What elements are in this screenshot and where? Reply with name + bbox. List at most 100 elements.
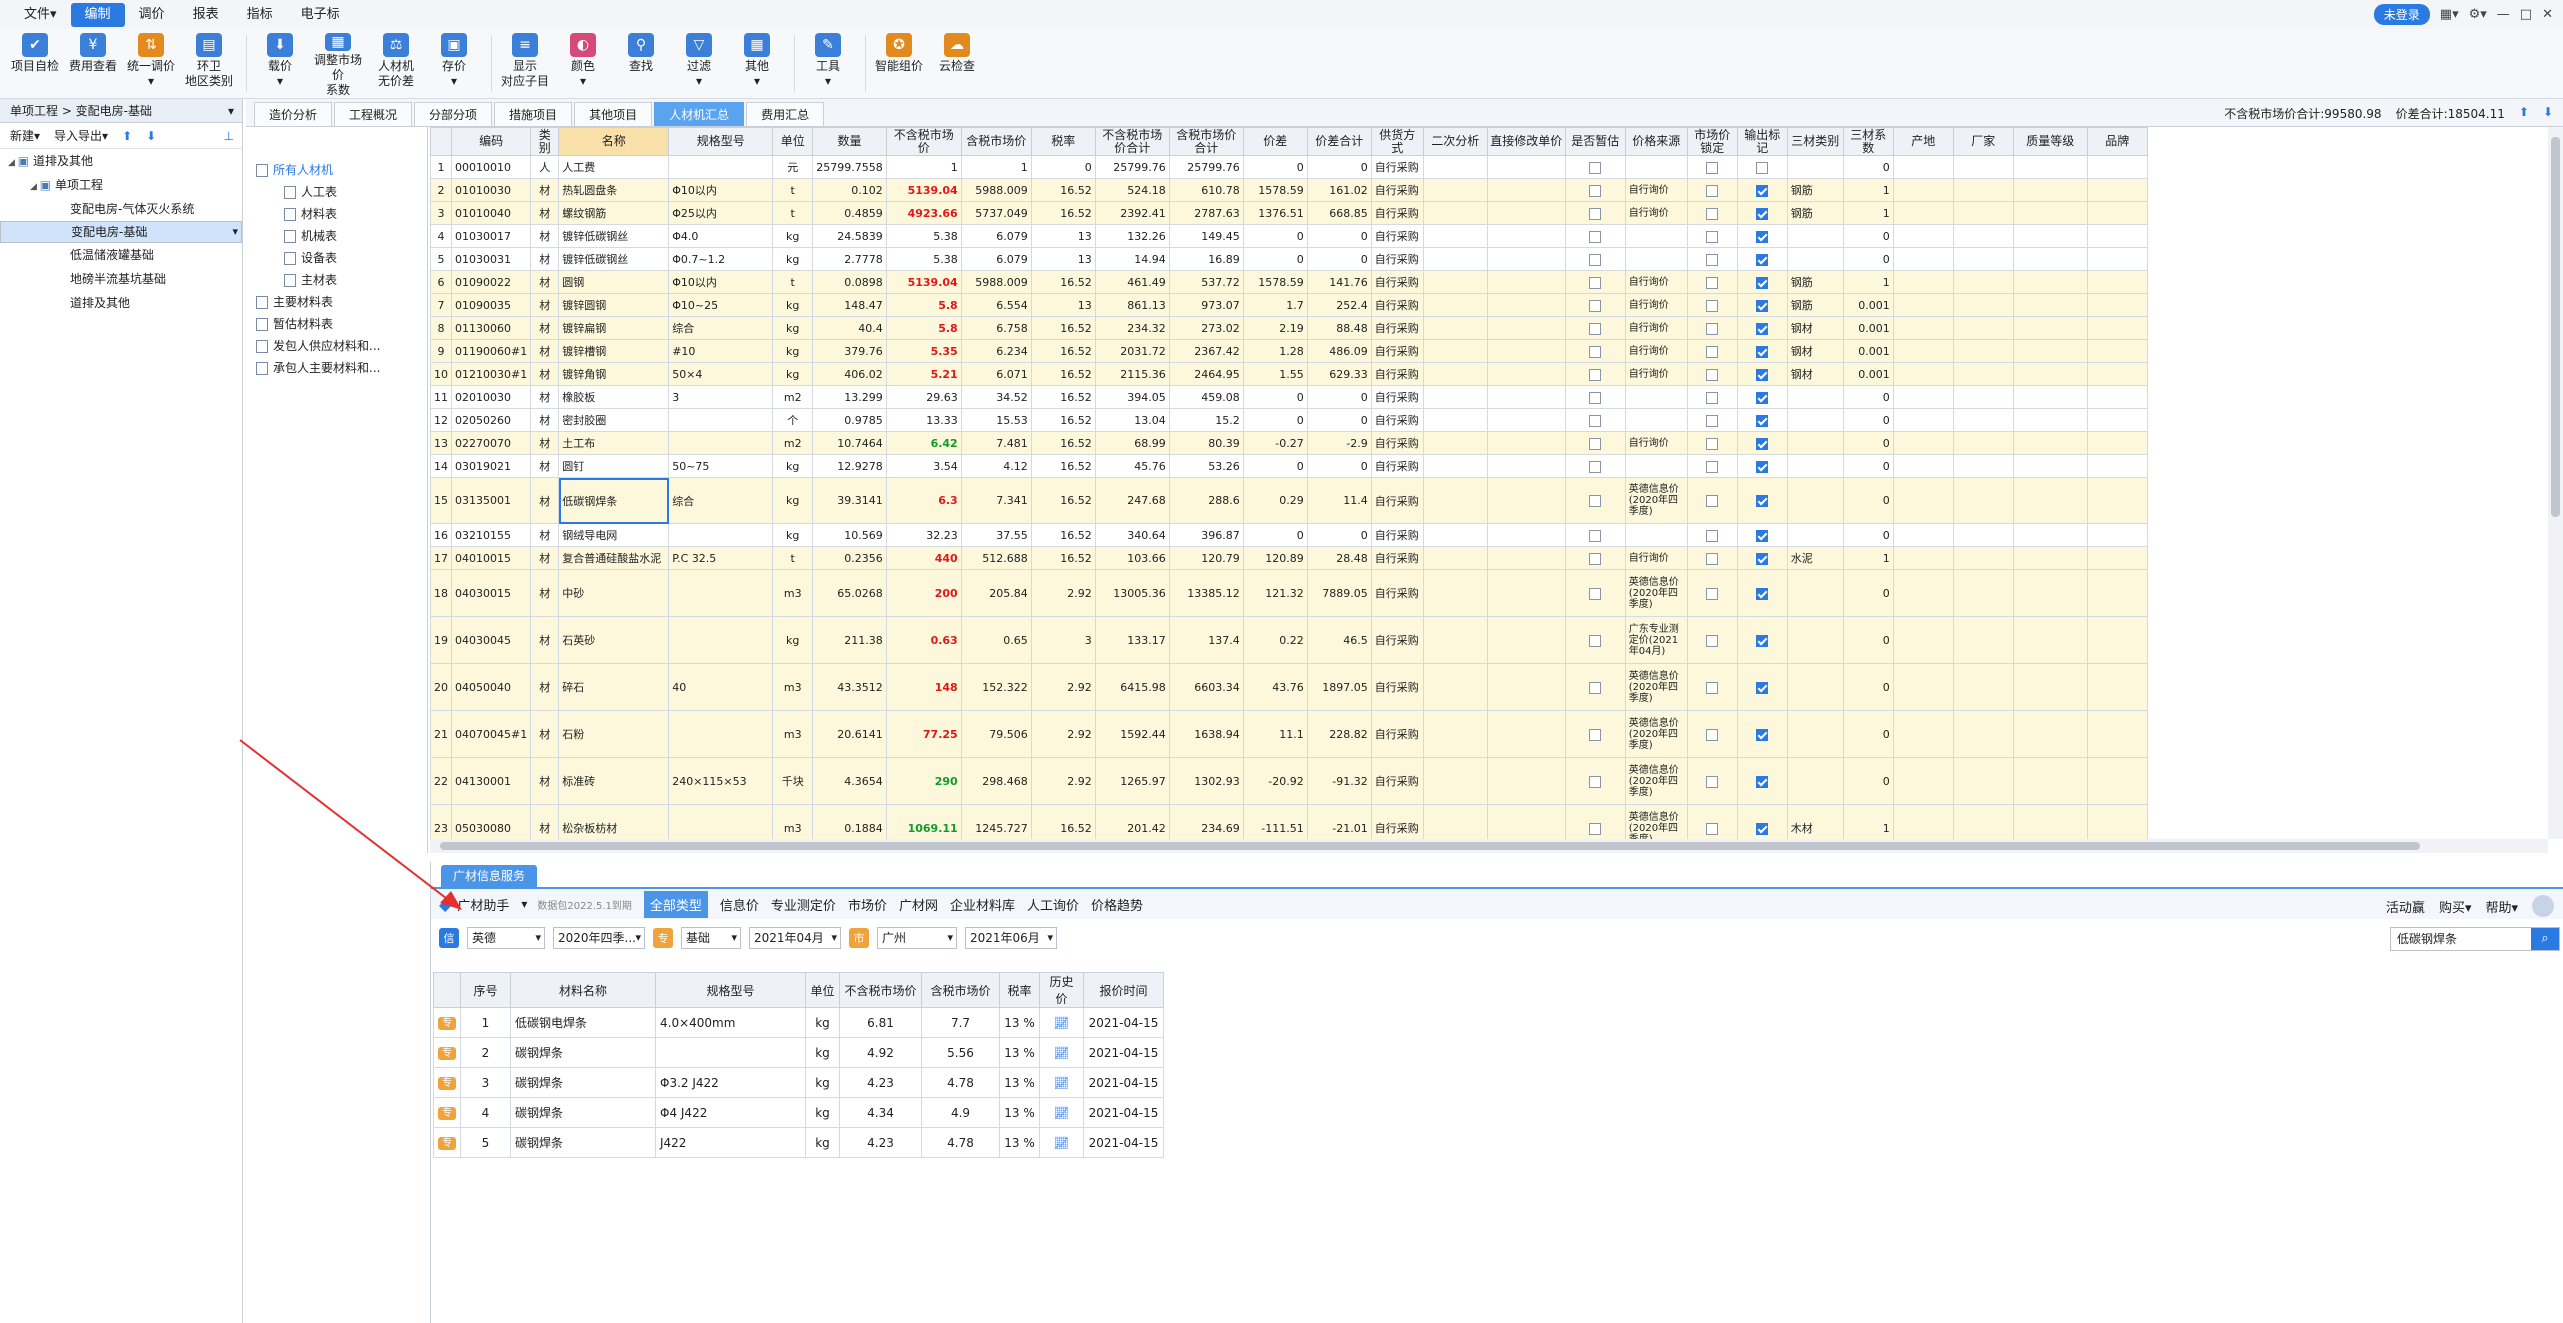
cell-name[interactable]: 低碳钢焊条 (558, 477, 670, 524)
cell-lock[interactable] (1686, 523, 1738, 547)
cell-lock[interactable] (1686, 757, 1738, 805)
cell-s1[interactable]: 14.94 (1094, 247, 1170, 271)
cell-unit[interactable]: t (772, 201, 814, 225)
search-icon[interactable]: ⌕ (2531, 928, 2559, 950)
cell-qty[interactable]: 0.0898 (812, 270, 887, 294)
cell-code[interactable]: 03135001 (450, 477, 532, 524)
ribbon-button[interactable]: ▦ 其他 ▾ (730, 29, 784, 98)
table-row[interactable]: 22 04130001 材标准砖 240×115×53 千块 4.3654 290 298.4… (430, 757, 2148, 805)
cell-dt[interactable]: 0 (1306, 224, 1372, 248)
cell-empty[interactable] (2012, 339, 2088, 363)
cell-empty[interactable] (2086, 178, 2148, 202)
column-header[interactable]: 不含税市场价合计 (1094, 127, 1170, 156)
ribbon-button[interactable]: ≡ 显示 对应子目 (498, 29, 552, 98)
cell-d[interactable]: -0.27 (1242, 431, 1308, 455)
trend-chart-icon[interactable]: 📈︎ (1054, 1046, 1069, 1060)
column-header[interactable]: 三材类别 (1786, 127, 1844, 156)
cell-analysis[interactable] (1422, 293, 1488, 317)
checkbox[interactable] (1756, 345, 1769, 358)
cell-src[interactable]: 自行询价 (1624, 316, 1688, 340)
cell-empty[interactable] (1892, 224, 1954, 248)
cell-output-flag[interactable] (1736, 247, 1788, 271)
ribbon-button[interactable]: ▽ 过滤 ▾ (672, 29, 726, 98)
cell-code[interactable]: 01010030 (450, 178, 532, 202)
cell-s2[interactable]: 1638.94 (1168, 710, 1244, 758)
cell-p1[interactable]: 0.63 (885, 616, 962, 664)
cell-sup[interactable]: 自行采购 (1370, 339, 1424, 363)
cell-code[interactable]: 04050040 (450, 663, 532, 711)
cell-sup[interactable]: 自行采购 (1370, 362, 1424, 386)
cell-unit[interactable]: m3 (772, 804, 814, 839)
cell-name[interactable]: 钢绒导电网 (558, 523, 670, 547)
checkbox[interactable] (1706, 495, 1719, 507)
cell-spec[interactable]: 50~75 (668, 454, 774, 478)
table-row[interactable]: 14 03019021 材圆钉 50~75 kg 12.9278 3.54 4.12 16.52… (430, 454, 2148, 478)
period-select[interactable]: 2020年四季... (553, 927, 645, 949)
cell-s1[interactable]: 133.17 (1094, 616, 1170, 664)
cell-output-flag[interactable] (1736, 523, 1788, 547)
cell-tax[interactable]: 16.52 (1030, 804, 1096, 839)
cell-code[interactable]: 04010015 (450, 546, 532, 570)
checkbox[interactable] (1756, 368, 1769, 381)
result-row[interactable]: 专 5 碳钢焊条 J422 kg 4.23 4.78 13 % 📈︎ 2021-04-15 (433, 1127, 1164, 1158)
cell-spec[interactable] (668, 710, 774, 758)
cell-tax[interactable]: 13 (1030, 224, 1096, 248)
cell-qty[interactable]: 39.3141 (812, 477, 887, 524)
cell-provisional[interactable] (1564, 710, 1626, 758)
cell-empty[interactable] (1952, 178, 2014, 202)
cell-lock[interactable] (1686, 710, 1738, 758)
tab-item[interactable]: 措施项目 (494, 102, 573, 126)
table-row[interactable]: 5 01030031 材镀锌低碳钢丝 Φ0.7~1.2 kg 2.7778 5.38 6.07… (430, 247, 2148, 271)
cell-coef[interactable]: 0.001 (1842, 362, 1894, 386)
cell-p2[interactable]: 7.341 (960, 477, 1032, 524)
cell-output-flag[interactable] (1736, 454, 1788, 478)
cell-output-flag[interactable] (1736, 477, 1788, 524)
tree-node[interactable]: 低温储液罐基础 (0, 243, 242, 267)
cell-analysis[interactable] (1422, 523, 1488, 547)
cell-empty[interactable] (1892, 178, 1954, 202)
cell-s2[interactable]: 973.07 (1168, 293, 1244, 317)
cell-p1[interactable]: 1069.11 (885, 804, 962, 839)
cell-qty[interactable]: 20.6141 (812, 710, 887, 758)
category-node[interactable]: 暂估材料表 (246, 313, 427, 335)
cell-cat[interactable]: 材 (530, 710, 560, 758)
cell-mat[interactable]: 木材 (1786, 804, 1844, 839)
checkbox[interactable] (1756, 184, 1769, 197)
cell-empty[interactable] (1892, 362, 1954, 386)
cell-unit[interactable]: m2 (772, 385, 814, 409)
cell-code[interactable]: 03019021 (450, 454, 532, 478)
cell-output-flag[interactable] (1736, 201, 1788, 225)
cell-output-flag[interactable] (1736, 316, 1788, 340)
cell-tax[interactable]: 16.52 (1030, 201, 1096, 225)
cell-d[interactable]: -111.51 (1242, 804, 1308, 839)
cell-qty[interactable]: 10.569 (812, 523, 887, 547)
cell-p1[interactable]: 5.8 (885, 316, 962, 340)
cell-spec[interactable] (668, 616, 774, 664)
table-row[interactable]: 21 04070045#1 材石粉 m3 20.6141 77.25 79.506 2.92 1… (430, 710, 2148, 758)
cell-name[interactable]: 石粉 (558, 710, 670, 758)
cell-sup[interactable]: 自行采购 (1370, 316, 1424, 340)
cell-spec[interactable] (668, 155, 774, 179)
ribbon-button[interactable]: ⇅ 统一调价 ▾ (124, 29, 178, 98)
cell-d[interactable]: 0.22 (1242, 616, 1308, 664)
checkbox[interactable] (1589, 345, 1602, 358)
cell-coef[interactable]: 0 (1842, 408, 1894, 432)
cell-qty[interactable]: 0.1884 (812, 804, 887, 839)
cell-mat[interactable] (1786, 569, 1844, 617)
cell-lock[interactable] (1686, 293, 1738, 317)
checkbox[interactable] (1706, 587, 1719, 600)
column-header[interactable]: 序号 (460, 972, 511, 1008)
info-type-tab[interactable]: 信息价 (720, 895, 759, 914)
table-row[interactable]: 15 03135001 材低碳钢焊条 综合 kg 39.3141 6.3 7.341 16.52… (430, 477, 2148, 524)
cell-qty[interactable]: 0.2356 (812, 546, 887, 570)
column-header[interactable]: 质量等级 (2012, 127, 2088, 156)
cell-provisional[interactable] (1564, 616, 1626, 664)
layout-icon[interactable]: ▦▾ (2440, 7, 2459, 22)
table-row[interactable]: 8 01130060 材镀锌扁钢 综合 kg 40.4 5.8 6.758 16.52 234.3… (430, 316, 2148, 340)
cell-analysis[interactable] (1422, 546, 1488, 570)
cell-provisional[interactable] (1564, 270, 1626, 294)
cell-d[interactable]: 0 (1242, 523, 1308, 547)
cell-src[interactable]: 自行询价 (1624, 270, 1688, 294)
cell-unit[interactable]: kg (772, 454, 814, 478)
cell-tax[interactable]: 16.52 (1030, 523, 1096, 547)
